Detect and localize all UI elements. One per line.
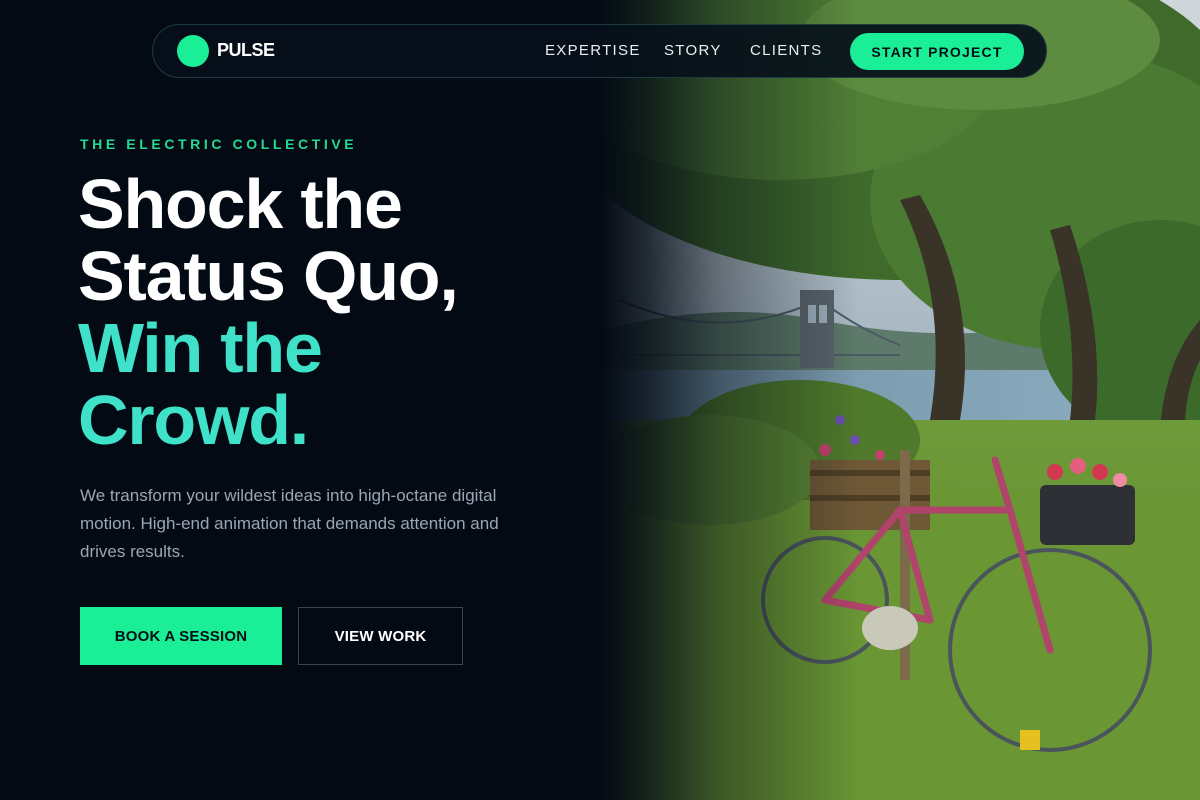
headline-line-3: Win the	[78, 309, 323, 387]
nav-link-expertise[interactable]: EXPERTISE	[545, 42, 641, 59]
top-navigation-bar: PULSE EXPERTISE STORY CLIENTS START PROJ…	[152, 24, 1047, 78]
logo-circle-icon[interactable]	[177, 35, 209, 67]
brand-logo-text[interactable]: PULSE	[217, 40, 275, 61]
hero-photo-fade-overlay	[600, 0, 860, 800]
hero-headline: Shock the Status Quo, Win the Crowd.	[78, 165, 459, 459]
headline-line-2: Status Quo,	[78, 237, 459, 315]
headline-line-1: Shock the	[78, 165, 403, 243]
hero-description: We transform your wildest ideas into hig…	[80, 486, 499, 561]
hero-eyebrow: THE ELECTRIC COLLECTIVE	[80, 136, 358, 152]
start-project-button[interactable]: START PROJECT	[850, 33, 1024, 70]
nav-link-story[interactable]: STORY	[664, 42, 722, 59]
headline-line-4: Crowd.	[78, 381, 309, 459]
view-work-button[interactable]: VIEW WORK	[298, 607, 463, 665]
nav-link-clients[interactable]: CLIENTS	[750, 42, 822, 59]
book-a-session-button[interactable]: BOOK A SESSION	[80, 607, 282, 665]
